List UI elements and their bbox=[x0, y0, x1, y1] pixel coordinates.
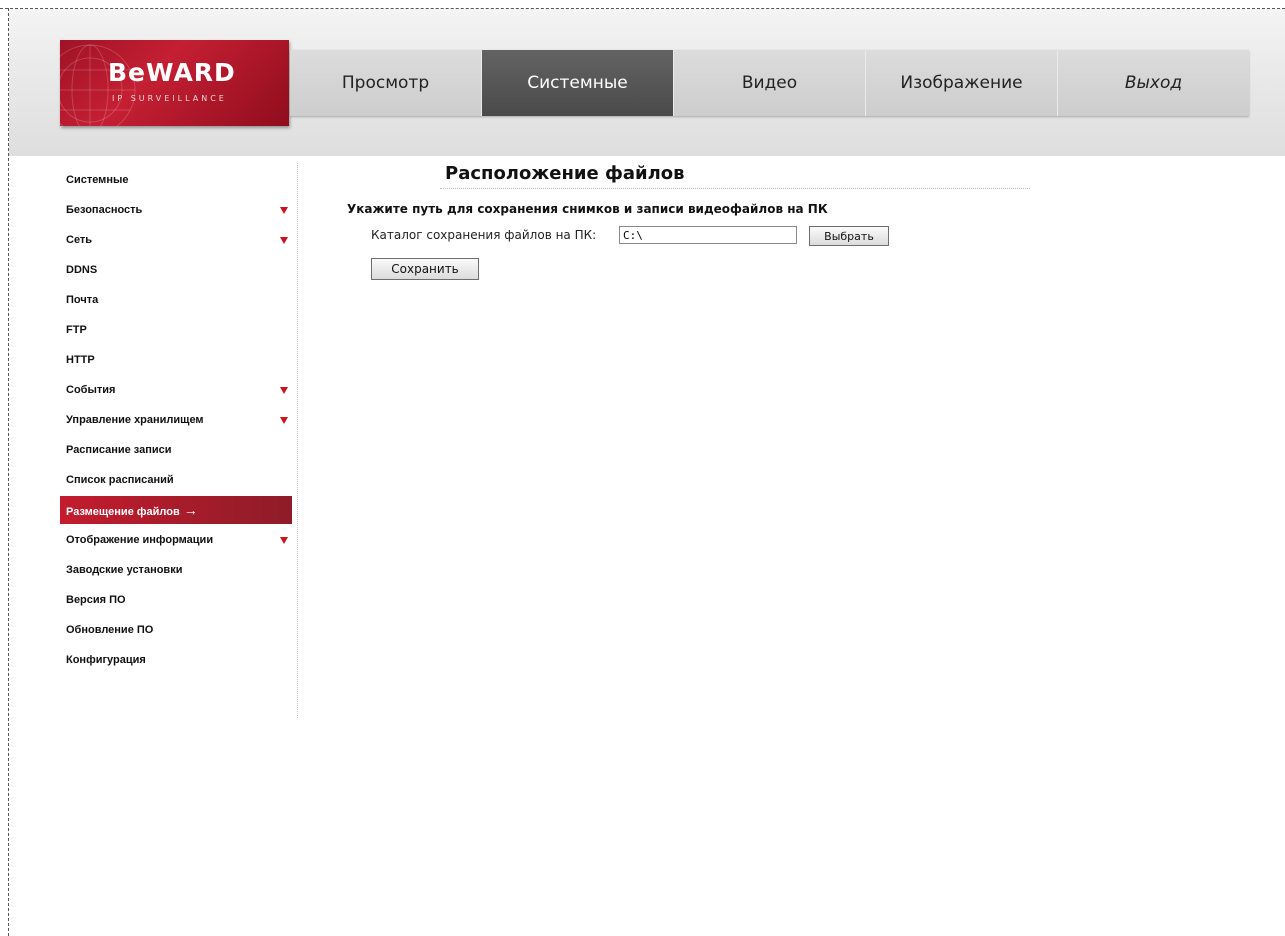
sidebar-divider bbox=[297, 163, 298, 718]
nav-tab-system[interactable]: Системные bbox=[481, 50, 673, 116]
sidebar-item-label: FTP bbox=[66, 324, 87, 336]
sidebar-item-label: Конфигурация bbox=[66, 654, 146, 666]
sidebar-item-record-schedule[interactable]: Расписание записи bbox=[60, 435, 290, 465]
sidebar-item-mail[interactable]: Почта bbox=[60, 285, 290, 315]
sidebar-item-network[interactable]: Сеть bbox=[60, 225, 290, 255]
expand-triangle-icon[interactable] bbox=[280, 237, 288, 244]
sidebar-item-file-location[interactable]: Размещение файлов → bbox=[60, 496, 292, 524]
expand-triangle-icon[interactable] bbox=[280, 207, 288, 214]
sidebar-item-factory-defaults[interactable]: Заводские установки bbox=[60, 555, 290, 585]
save-button[interactable]: Сохранить bbox=[371, 258, 479, 280]
expand-triangle-icon[interactable] bbox=[280, 387, 288, 394]
sidebar-item-label: Управление хранилищем bbox=[66, 414, 204, 426]
sidebar-item-firmware-version[interactable]: Версия ПО bbox=[60, 585, 290, 615]
sidebar-item-http[interactable]: HTTP bbox=[60, 345, 290, 375]
sidebar-item-firmware-update[interactable]: Обновление ПО bbox=[60, 615, 290, 645]
sidebar-item-schedule-list[interactable]: Список расписаний bbox=[60, 465, 290, 495]
nav-tab-video[interactable]: Видео bbox=[673, 50, 865, 116]
choose-folder-button[interactable]: Выбрать bbox=[809, 226, 889, 246]
sidebar-item-label: Системные bbox=[66, 174, 129, 186]
sidebar-item-system[interactable]: Системные bbox=[60, 165, 290, 195]
sidebar-item-events[interactable]: События bbox=[60, 375, 290, 405]
sidebar-item-configuration[interactable]: Конфигурация bbox=[60, 645, 290, 675]
nav-tab-image[interactable]: Изображение bbox=[865, 50, 1057, 116]
sidebar-menu: Системные Безопасность Сеть DDNS Почта F… bbox=[60, 165, 292, 675]
sidebar-item-ftp[interactable]: FTP bbox=[60, 315, 290, 345]
title-underline bbox=[440, 188, 1030, 189]
save-path-label: Каталог сохранения файлов на ПК: bbox=[371, 228, 597, 242]
sidebar-item-label: Безопасность bbox=[66, 204, 143, 216]
sidebar-item-label: Почта bbox=[66, 294, 99, 306]
expand-triangle-icon[interactable] bbox=[280, 537, 288, 544]
sidebar-item-label: Список расписаний bbox=[66, 474, 174, 486]
nav-tab-view[interactable]: Просмотр bbox=[290, 50, 481, 116]
sidebar-item-label: Сеть bbox=[66, 234, 93, 246]
sidebar-item-storage-management[interactable]: Управление хранилищем bbox=[60, 405, 290, 435]
logo-wordmark: BeWARD bbox=[108, 58, 236, 87]
beward-logo: BeWARD IP SURVEILLANCE bbox=[60, 40, 289, 126]
sidebar-item-label: Версия ПО bbox=[66, 594, 126, 606]
logo-tagline: IP SURVEILLANCE bbox=[112, 94, 227, 103]
sidebar-item-label: Обновление ПО bbox=[66, 624, 154, 636]
sidebar-item-label: Расписание записи bbox=[66, 444, 172, 456]
page-title: Расположение файлов bbox=[445, 163, 685, 184]
sidebar-item-label: HTTP bbox=[66, 354, 95, 366]
sidebar-item-label: DDNS bbox=[66, 264, 98, 276]
sidebar-item-label: События bbox=[66, 384, 116, 396]
expand-triangle-icon[interactable] bbox=[280, 417, 288, 424]
nav-tab-logout[interactable]: Выход bbox=[1057, 50, 1249, 116]
sidebar-item-security[interactable]: Безопасность bbox=[60, 195, 290, 225]
section-heading: Укажите путь для сохранения снимков и за… bbox=[347, 202, 828, 216]
sidebar-item-label: Размещение файлов bbox=[66, 506, 180, 518]
sidebar-item-label: Отображение информации bbox=[66, 534, 214, 546]
save-path-input[interactable] bbox=[619, 226, 797, 244]
sidebar-item-ddns[interactable]: DDNS bbox=[60, 255, 290, 285]
sidebar-item-label: Заводские установки bbox=[66, 564, 183, 576]
top-navigation: Просмотр Системные Видео Изображение Вых… bbox=[290, 50, 1249, 116]
arrow-right-icon: → bbox=[183, 502, 198, 518]
sidebar-item-info-display[interactable]: Отображение информации bbox=[60, 525, 290, 555]
